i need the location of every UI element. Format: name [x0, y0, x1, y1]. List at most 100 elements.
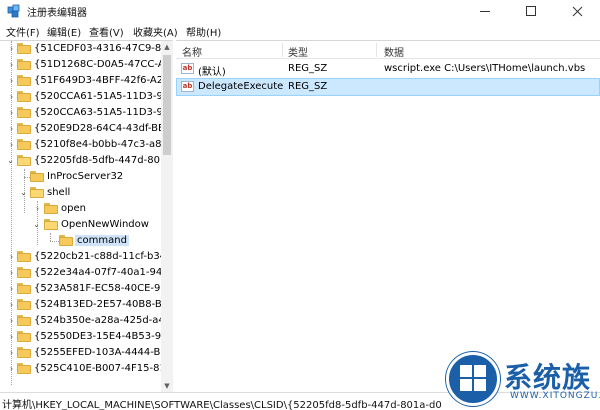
list-row[interactable]: ab (默认) REG_SZ wscript.exe C:\Users\ITHo… — [176, 60, 600, 78]
chevron-down-icon[interactable]: ⌄ — [6, 156, 15, 165]
menu-edit[interactable]: 编辑(E) — [47, 24, 81, 39]
folder-icon — [17, 331, 31, 342]
column-divider[interactable] — [376, 43, 377, 57]
tree-item-label: InProcServer32 — [47, 171, 124, 182]
list-header: 名称 类型 数据 — [176, 41, 600, 59]
tree-item-label: {524b350e-a28a-425d-a472 — [34, 315, 173, 326]
tree-item-label: {51F649D3-4BFF-42f6-A253- — [34, 75, 173, 86]
tree-item[interactable]: › {524b350e-a28a-425d-a472 — [0, 313, 172, 329]
tree-item[interactable]: › {525C410E-B007-4F15-81DE — [0, 361, 172, 377]
status-path: 计算机\HKEY_LOCAL_MACHINE\SOFTWARE\Classes\… — [2, 400, 442, 410]
column-header-name[interactable]: 名称 — [182, 44, 202, 59]
menu-favorites[interactable]: 收藏夹(A) — [133, 24, 178, 39]
tree-item[interactable]: › {5210f8e4-b0bb-47c3-a8d9 — [0, 137, 172, 153]
tree-item[interactable]: ⌄ {52205fd8-5dfb-447d-801a- — [0, 153, 172, 169]
chevron-right-icon[interactable]: › — [7, 348, 16, 357]
value-name: DelegateExecute — [198, 81, 284, 92]
folder-icon — [17, 91, 31, 102]
column-header-data[interactable]: 数据 — [384, 44, 404, 59]
tree-scrollbar[interactable]: ▲ ▼ — [161, 41, 173, 392]
tree-item[interactable]: › {5255EFED-103A-4444-B124 — [0, 345, 172, 361]
tree-item[interactable]: › {51D1268C-D0A5-47CC-A51 — [0, 57, 172, 73]
menu-view[interactable]: 查看(V) — [89, 24, 124, 39]
tree-item-label: {52205fd8-5dfb-447d-801a- — [34, 155, 173, 166]
watermark-title: 系统族 — [504, 361, 592, 394]
chevron-right-icon[interactable]: › — [7, 60, 16, 69]
column-header-type[interactable]: 类型 — [288, 44, 308, 59]
maximize-icon — [526, 6, 536, 16]
scrollbar-thumb[interactable] — [163, 55, 171, 155]
chevron-down-icon[interactable]: ⌄ — [32, 220, 41, 229]
tree-item-label: {520CCA63-51A5-11D3-914 — [34, 107, 173, 118]
tree-item-label: {51D1268C-D0A5-47CC-A51 — [34, 59, 173, 70]
values-list[interactable]: 名称 类型 数据 ab (默认) REG_SZ wscript.exe C:\U… — [176, 40, 600, 392]
folder-icon — [17, 299, 31, 310]
column-divider[interactable] — [282, 43, 283, 57]
scroll-down-icon[interactable]: ▼ — [161, 380, 173, 392]
tree-item[interactable]: ⌄ OpenNewWindow — [0, 217, 160, 233]
tree-item[interactable]: › {52550DE3-15E4-4B53-9670 — [0, 329, 172, 345]
minimize-button[interactable] — [462, 0, 508, 22]
watermark-url: WWW.XITONGZU.COM — [510, 391, 600, 401]
tree-item-label: {525C410E-B007-4F15-81DE — [34, 363, 173, 374]
windows-logo-icon — [460, 365, 486, 391]
tree-item[interactable]: InProcServer32 — [0, 169, 160, 185]
chevron-right-icon[interactable]: › — [7, 284, 16, 293]
string-value-icon: ab — [181, 81, 194, 92]
registry-tree[interactable]: › {51CEDF03-4316-47C9-8100 › {51D1268C-D… — [0, 40, 173, 392]
tree-item[interactable]: › open — [0, 201, 160, 217]
close-icon — [572, 6, 582, 16]
close-button[interactable] — [554, 0, 600, 22]
chevron-right-icon[interactable]: › — [7, 44, 16, 53]
tree-item[interactable]: › {524B13ED-2E57-40B8-B801 — [0, 297, 172, 313]
tree-item[interactable]: › {520CCA61-51A5-11D3-914 — [0, 89, 172, 105]
tree-item-selected[interactable]: command — [0, 233, 160, 249]
tree-item-label: {5210f8e4-b0bb-47c3-a8d9 — [34, 139, 173, 150]
folder-icon — [17, 43, 31, 54]
value-data: wscript.exe C:\Users\ITHome\launch.vbs — [384, 63, 586, 74]
folder-icon — [17, 75, 31, 86]
tree-item[interactable]: › {520E9D28-64C4-43df-BEED — [0, 121, 172, 137]
chevron-right-icon[interactable]: › — [7, 268, 16, 277]
tree-item-label: {522e34a4-07f7-40a1-94d0- — [34, 267, 173, 278]
value-type: REG_SZ — [288, 63, 328, 74]
chevron-right-icon[interactable]: › — [7, 92, 16, 101]
chevron-right-icon[interactable]: › — [7, 364, 16, 373]
chevron-right-icon[interactable]: › — [7, 332, 16, 341]
folder-open-icon — [30, 187, 44, 198]
tree-item[interactable]: › {51CEDF03-4316-47C9-8100 — [0, 41, 172, 57]
tree-item[interactable]: › {522e34a4-07f7-40a1-94d0- — [0, 265, 172, 281]
folder-icon — [59, 235, 73, 246]
chevron-right-icon[interactable]: › — [33, 204, 42, 213]
chevron-right-icon[interactable]: › — [7, 124, 16, 133]
tree-item[interactable]: › {523A581F-EC58-40CE-99D3 — [0, 281, 172, 297]
tree-item-label: {520E9D28-64C4-43df-BEED — [34, 123, 173, 134]
folder-icon — [17, 139, 31, 150]
tree-item-label: shell — [47, 187, 71, 198]
tree-item[interactable]: ⌄ shell — [0, 185, 160, 201]
folder-icon — [17, 347, 31, 358]
tree-item-label: {520CCA61-51A5-11D3-914 — [34, 91, 173, 102]
menu-help[interactable]: 帮助(H) — [186, 24, 221, 39]
tree-item[interactable]: › {51F649D3-4BFF-42f6-A253- — [0, 73, 172, 89]
chevron-right-icon[interactable]: › — [7, 316, 16, 325]
scroll-up-icon[interactable]: ▲ — [161, 41, 173, 53]
chevron-right-icon[interactable]: › — [7, 252, 16, 261]
chevron-right-icon[interactable]: › — [7, 76, 16, 85]
folder-icon — [17, 363, 31, 374]
tree-item[interactable]: › {5220cb21-c88d-11cf-b347- — [0, 249, 172, 265]
folder-open-icon — [44, 219, 58, 230]
chevron-down-icon[interactable]: ⌄ — [19, 188, 28, 197]
maximize-button[interactable] — [508, 0, 554, 22]
list-row-selected[interactable]: ab DelegateExecute REG_SZ — [176, 78, 600, 96]
chevron-right-icon[interactable]: › — [7, 140, 16, 149]
value-type: REG_SZ — [288, 81, 328, 92]
chevron-right-icon[interactable]: › — [7, 108, 16, 117]
site-watermark-logo: 系统族 WWW.XITONGZU.COM — [446, 350, 600, 410]
folder-icon — [44, 203, 58, 214]
menu-file[interactable]: 文件(F) — [6, 24, 40, 39]
folder-icon — [17, 315, 31, 326]
tree-item[interactable]: › {520CCA63-51A5-11D3-914 — [0, 105, 172, 121]
folder-icon — [17, 283, 31, 294]
chevron-right-icon[interactable]: › — [7, 300, 16, 309]
